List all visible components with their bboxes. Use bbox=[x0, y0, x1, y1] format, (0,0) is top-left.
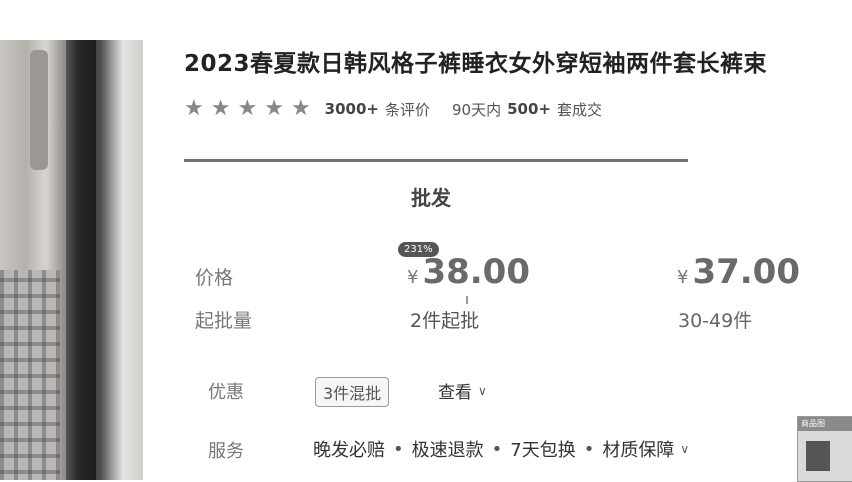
service-item: 晚发必赔 bbox=[313, 440, 385, 461]
floating-thumbnail[interactable]: 商品图 bbox=[797, 416, 852, 482]
pole-shape bbox=[66, 40, 96, 480]
service-item: 材质保障 bbox=[602, 440, 675, 461]
service-label: 服务 bbox=[208, 441, 244, 462]
chevron-down-icon: ∨ bbox=[478, 383, 487, 398]
service-list[interactable]: 晚发必赔 • 极速退款 • 7天包换 • 材质保障 ∨ bbox=[313, 436, 689, 462]
star-icon: ★ bbox=[264, 96, 284, 121]
deals-count: 500+ bbox=[507, 100, 551, 118]
product-title: 2023春夏款日韩风格子裤睡衣女外穿短袖两件套长裤束 bbox=[184, 51, 768, 77]
wholesale-heading: 批发 bbox=[411, 186, 451, 210]
thumbnail-header: 商品图 bbox=[798, 417, 852, 431]
moq-tier-2: 30-49件 bbox=[678, 310, 753, 332]
currency-symbol: ¥ bbox=[677, 267, 689, 288]
separator-dot: • bbox=[393, 438, 404, 460]
view-discount-label: 查看 bbox=[438, 383, 472, 403]
star-icon: ★ bbox=[290, 96, 311, 121]
separator-dot: • bbox=[491, 438, 503, 460]
rating-row: ★ ★ ★ ★ ★ 3000+ 条评价 90天内 500+ 套成交 bbox=[184, 98, 602, 120]
service-item: 7天包换 bbox=[510, 440, 576, 461]
text-cursor bbox=[466, 296, 468, 304]
moq-tier-1: 2件起批 bbox=[410, 310, 480, 332]
deal-period: 90天内 bbox=[452, 100, 502, 119]
currency-symbol: ¥ bbox=[407, 267, 419, 288]
thumbnail-image bbox=[806, 441, 830, 471]
discount-label: 优惠 bbox=[208, 382, 244, 403]
section-divider bbox=[184, 159, 688, 162]
product-main-image[interactable] bbox=[0, 40, 143, 480]
star-icon: ★ bbox=[184, 96, 204, 121]
price-value: 37.00 bbox=[692, 252, 800, 292]
service-item: 极速退款 bbox=[411, 440, 484, 461]
price-tier-2: ¥ 37.00 bbox=[677, 252, 800, 292]
moq-label: 起批量 bbox=[195, 310, 253, 332]
plaid-pants-shape bbox=[0, 270, 60, 480]
review-suffix[interactable]: 条评价 bbox=[385, 99, 430, 120]
star-icon: ★ bbox=[237, 96, 258, 121]
review-count[interactable]: 3000+ bbox=[325, 100, 379, 118]
deals-suffix: 套成交 bbox=[557, 100, 603, 119]
separator-dot: • bbox=[583, 438, 595, 460]
star-icon: ★ bbox=[210, 96, 231, 121]
price-label: 价格 bbox=[195, 267, 234, 289]
hanger-shape bbox=[30, 50, 48, 170]
view-discount-button[interactable]: 查看 ∨ bbox=[438, 378, 487, 403]
price-value: 38.00 bbox=[422, 252, 530, 292]
chevron-down-icon[interactable]: ∨ bbox=[680, 442, 689, 456]
discount-tag[interactable]: 3件混批 bbox=[315, 377, 390, 407]
rating-stars: ★ ★ ★ ★ ★ bbox=[184, 98, 311, 120]
price-tier-1: ¥ 38.00 bbox=[407, 252, 530, 292]
